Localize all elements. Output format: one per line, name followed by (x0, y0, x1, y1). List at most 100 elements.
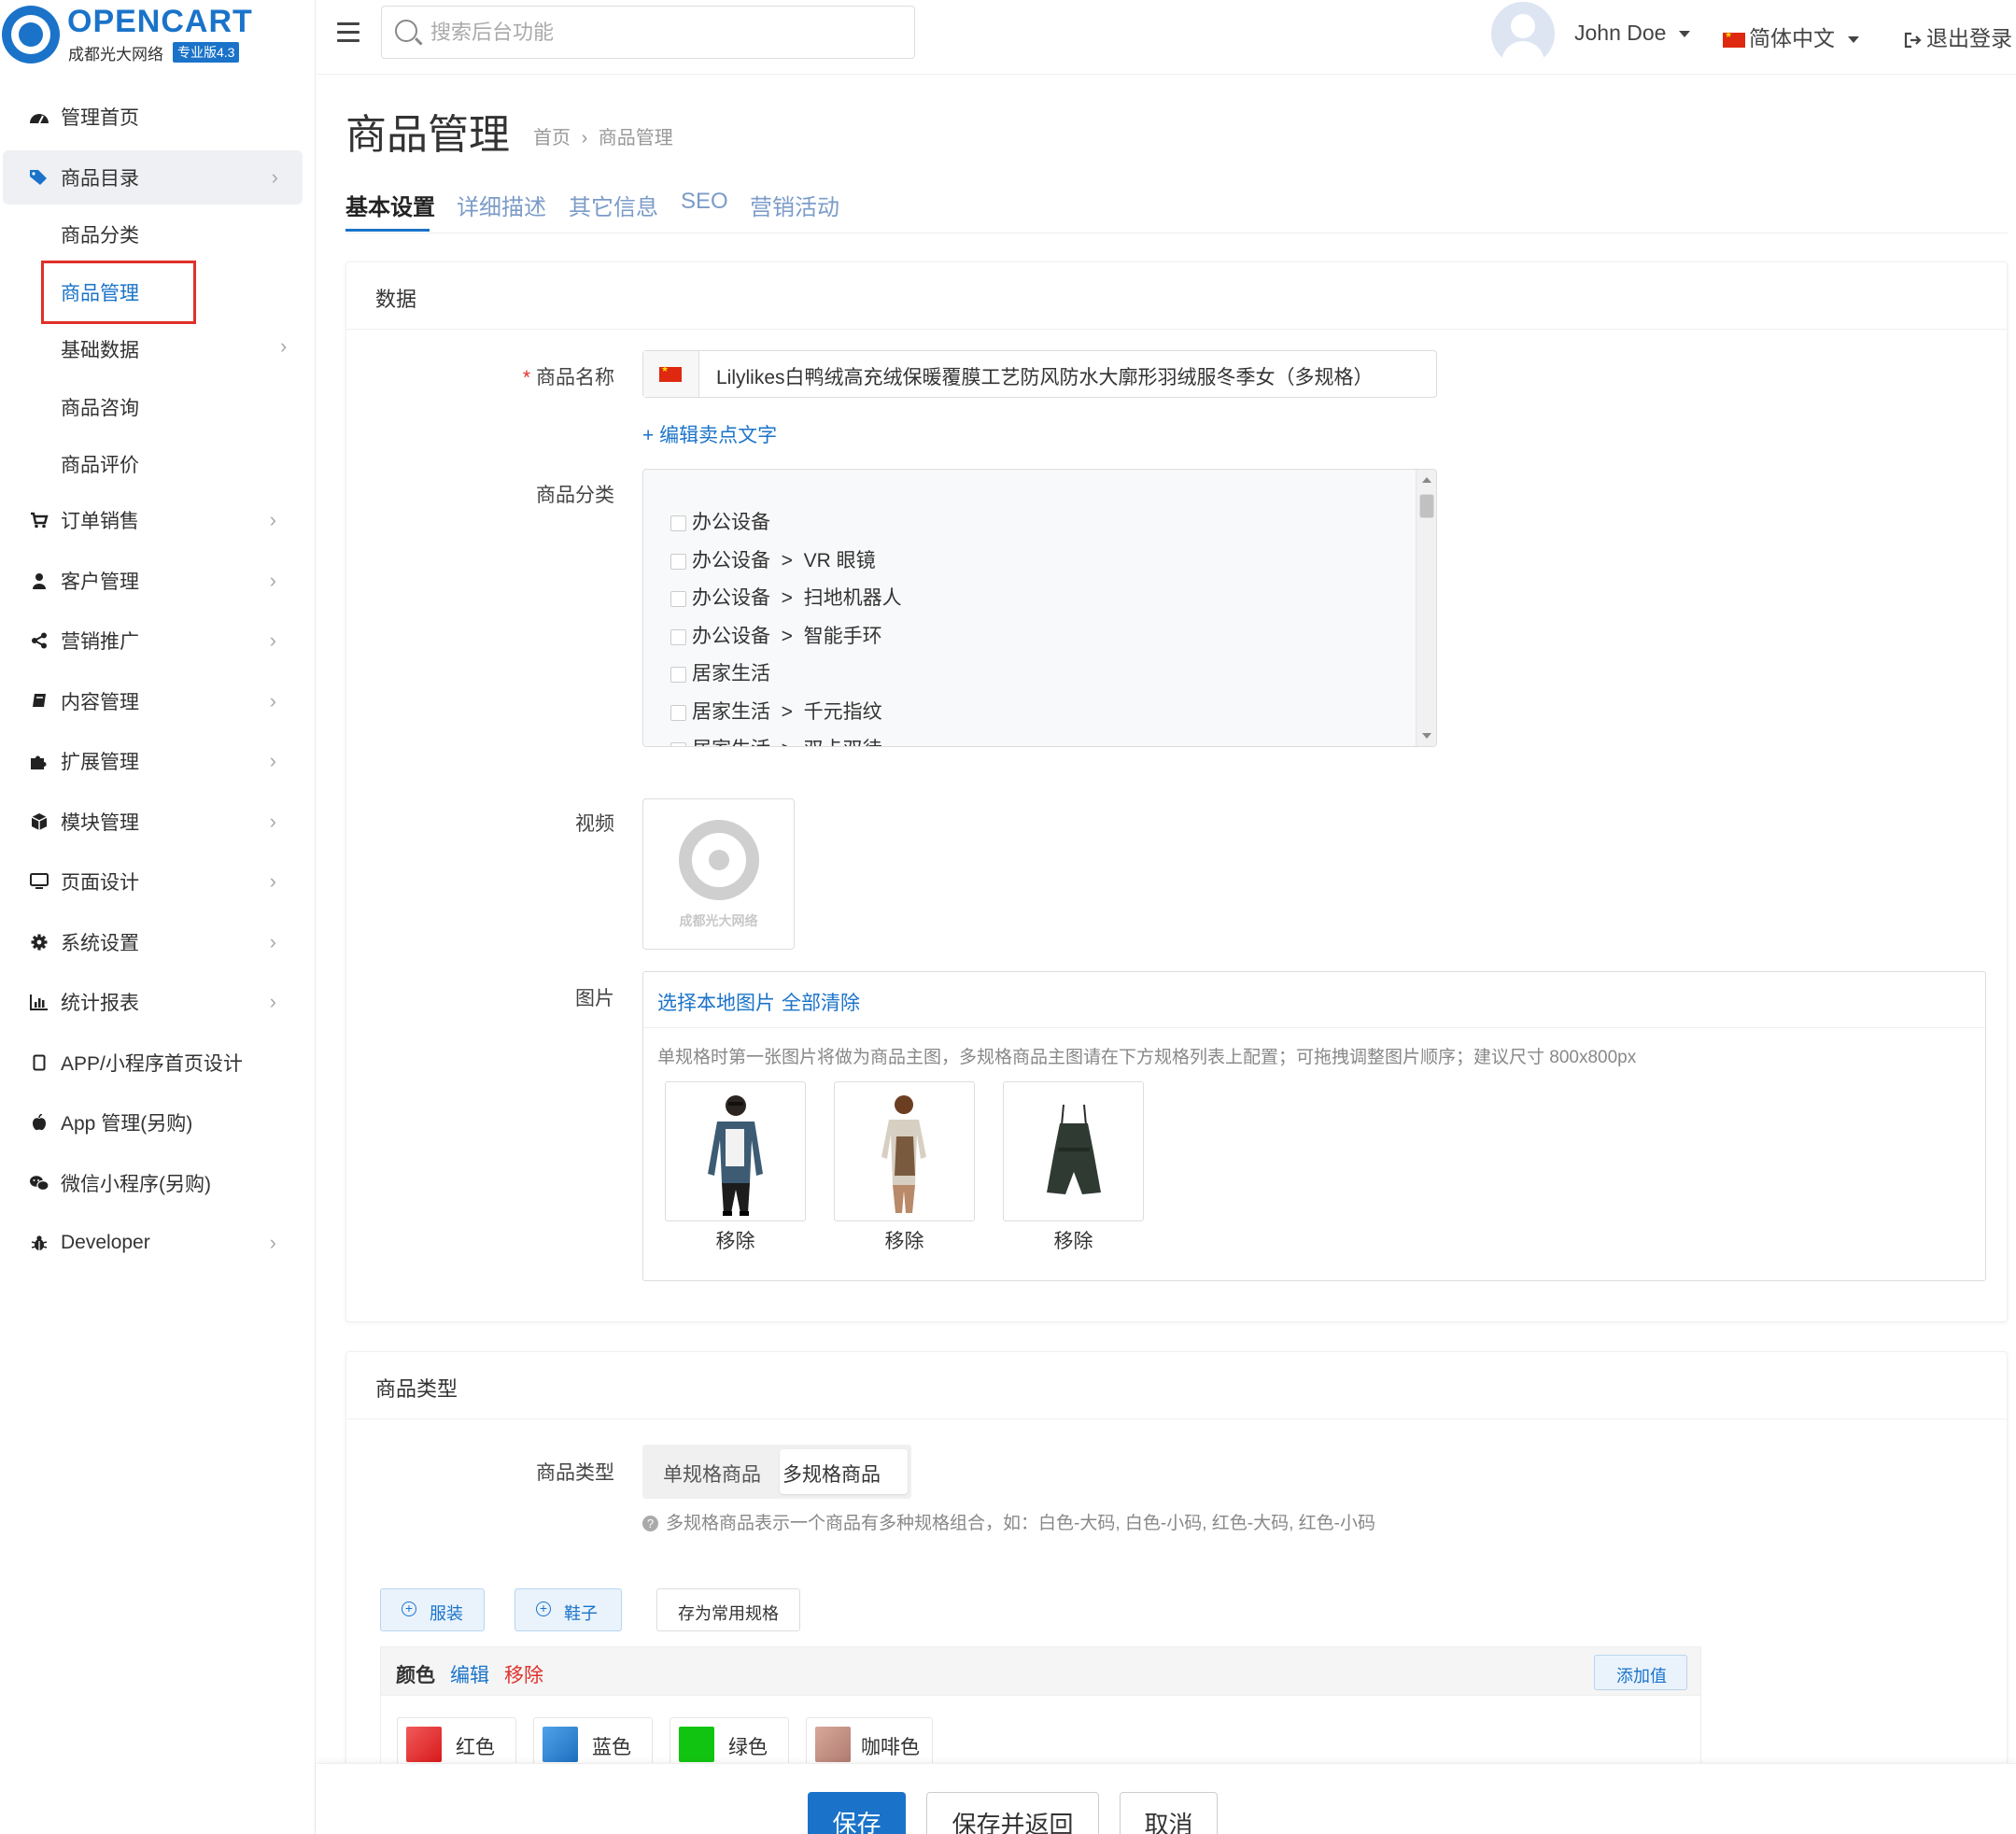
category-option[interactable]: 办公设备 > 扫地机器人 (670, 583, 902, 611)
product-type-label: 商品类型 (536, 1462, 614, 1484)
add-spec-shoes-button[interactable]: + 鞋子 (515, 1588, 622, 1631)
cancel-button[interactable]: 取消 (1120, 1792, 1218, 1834)
hamburger-menu-icon[interactable] (337, 22, 359, 43)
save-common-spec-button[interactable]: 存为常用规格 (656, 1588, 800, 1631)
logout-link[interactable]: 退出登录 (1904, 21, 2012, 52)
checkbox[interactable] (670, 590, 686, 607)
sidebar-item-extensions[interactable]: 扩展管理 › (0, 734, 316, 788)
search-icon[interactable] (395, 20, 417, 42)
sidebar-item-settings[interactable]: 系统设置 › (0, 915, 316, 969)
clear-all-link[interactable]: 全部清除 (782, 988, 860, 1016)
product-image-1[interactable] (665, 1081, 806, 1221)
color-swatch[interactable] (543, 1727, 578, 1762)
scroll-up-icon[interactable] (1422, 477, 1431, 483)
spec-value-item[interactable]: 红色 (397, 1717, 516, 1770)
edit-selling-text-link[interactable]: + 编辑卖点文字 (642, 420, 777, 448)
sidebar-item-app-manage[interactable]: App 管理(另购) (0, 1095, 316, 1150)
remove-spec-link[interactable]: 移除 (504, 1660, 543, 1688)
sidebar-item-app-design[interactable]: APP/小程序首页设计 (0, 1036, 316, 1090)
tab-other-info[interactable]: 其它信息 (569, 189, 658, 221)
language-selector[interactable]: 简体中文 (1723, 21, 1859, 52)
tab-description[interactable]: 详细描述 (457, 189, 546, 221)
checkbox[interactable] (670, 741, 686, 746)
scroll-down-icon[interactable] (1422, 733, 1431, 739)
search-input[interactable] (430, 16, 897, 49)
category-option[interactable]: 办公设备 (670, 507, 770, 535)
category-option[interactable]: 办公设备 > VR 眼镜 (670, 545, 876, 573)
logout-icon (1904, 26, 1926, 50)
sidebar-subitem-basic-data[interactable]: 基础数据 (61, 335, 139, 363)
add-spec-clothing-button[interactable]: + 服装 (380, 1588, 485, 1631)
edit-spec-link[interactable]: 编辑 (450, 1660, 489, 1688)
remove-image-button[interactable]: 移除 (834, 1226, 975, 1254)
color-swatch[interactable] (815, 1727, 851, 1762)
single-spec-option[interactable]: 单规格商品 (663, 1460, 761, 1488)
sidebar-item-dashboard[interactable]: 管理首页 (0, 90, 316, 144)
add-value-button[interactable]: 添加值 (1594, 1655, 1687, 1690)
multi-spec-option[interactable]: 多规格商品 (780, 1449, 908, 1494)
spec-value-item[interactable]: 咖啡色 (806, 1717, 933, 1770)
product-name-field[interactable]: Lilylikes白鸭绒高充绒保暖覆膜工艺防风防水大廓形羽绒服冬季女（多规格） (642, 350, 1437, 398)
checkbox[interactable] (670, 666, 686, 683)
sidebar-item-page-design[interactable]: 页面设计 › (0, 854, 316, 909)
username-label: John Doe (1574, 21, 1667, 45)
tab-seo[interactable]: SEO (681, 189, 728, 215)
remove-image-button[interactable]: 移除 (665, 1226, 806, 1254)
checkbox[interactable] (670, 628, 686, 645)
gear-icon (28, 931, 50, 953)
category-option[interactable]: 居家生活 > 双卡双待 (670, 734, 882, 746)
sidebar-item-marketing[interactable]: 营销推广 › (0, 614, 316, 668)
top-header: John Doe 简体中文 退出登录 (317, 0, 2016, 75)
checkbox[interactable] (670, 515, 686, 531)
tab-promotions[interactable]: 营销活动 (750, 189, 839, 221)
sidebar-item-developer[interactable]: Developer › (0, 1216, 316, 1270)
sidebar-item-modules[interactable]: 模块管理 › (0, 795, 316, 849)
avatar[interactable] (1491, 2, 1555, 65)
sidebar-item-reports[interactable]: 统计报表 › (0, 975, 316, 1029)
color-swatch[interactable] (679, 1727, 714, 1762)
product-image-2[interactable] (834, 1081, 975, 1221)
cube-icon (28, 811, 50, 833)
version-badge: 专业版4.3 (173, 42, 240, 63)
checkbox[interactable] (670, 553, 686, 570)
category-option[interactable]: 办公设备 > 智能手环 (670, 621, 882, 649)
apple-icon (28, 1111, 50, 1134)
share-icon (28, 629, 50, 652)
sidebar-item-wechat[interactable]: 微信小程序(另购) (0, 1156, 316, 1210)
chevron-right-icon: › (269, 508, 276, 531)
sidebar-subitem-category[interactable]: 商品分类 (61, 220, 139, 248)
sidebar-item-content[interactable]: 内容管理 › (0, 674, 316, 728)
category-option[interactable]: 居家生活 (670, 658, 770, 686)
sidebar-item-customers[interactable]: 客户管理 › (0, 554, 316, 608)
book-icon (28, 690, 50, 712)
remove-image-button[interactable]: 移除 (1003, 1226, 1144, 1254)
logout-label: 退出登录 (1926, 26, 2012, 50)
image-label: 图片 (575, 988, 614, 1009)
sidebar-subitem-inquiry[interactable]: 商品咨询 (61, 393, 139, 421)
save-and-return-button[interactable]: 保存并返回 (926, 1792, 1099, 1834)
bug-icon (28, 1232, 50, 1254)
tab-basic-settings[interactable]: 基本设置 (345, 189, 435, 221)
logo[interactable]: OPENCART 成都光大网络 专业版4.3 (0, 0, 316, 75)
sidebar-item-catalog[interactable]: 商品目录 › (3, 150, 303, 205)
breadcrumb-home[interactable]: 首页 (533, 128, 571, 148)
user-menu[interactable]: John Doe (1574, 21, 1691, 46)
sidebar-item-orders[interactable]: 订单销售 › (0, 493, 316, 547)
category-option[interactable]: 居家生活 > 千元指纹 (670, 697, 882, 725)
checkbox[interactable] (670, 704, 686, 721)
product-image-3[interactable] (1003, 1081, 1144, 1221)
scrollbar[interactable] (1416, 470, 1436, 746)
color-swatch[interactable] (406, 1727, 442, 1762)
spec-value-item[interactable]: 蓝色 (533, 1717, 653, 1770)
sidebar-subitem-review[interactable]: 商品评价 (61, 450, 139, 478)
plus-circle-icon: + (536, 1601, 551, 1616)
product-type-toggle: 单规格商品 多规格商品 (642, 1445, 911, 1499)
video-upload[interactable]: 成都光大网络 (642, 798, 795, 950)
chevron-right-icon: › (269, 628, 276, 652)
select-local-image-link[interactable]: 选择本地图片 (657, 988, 775, 1016)
save-button[interactable]: 保存 (808, 1792, 906, 1834)
breadcrumb-current: 商品管理 (598, 128, 673, 148)
spec-value-item[interactable]: 绿色 (670, 1717, 789, 1770)
category-list[interactable]: 办公设备 办公设备 > VR 眼镜 办公设备 > 扫地机器人 办公设备 > 智能… (642, 469, 1437, 747)
video-label: 视频 (575, 813, 614, 835)
